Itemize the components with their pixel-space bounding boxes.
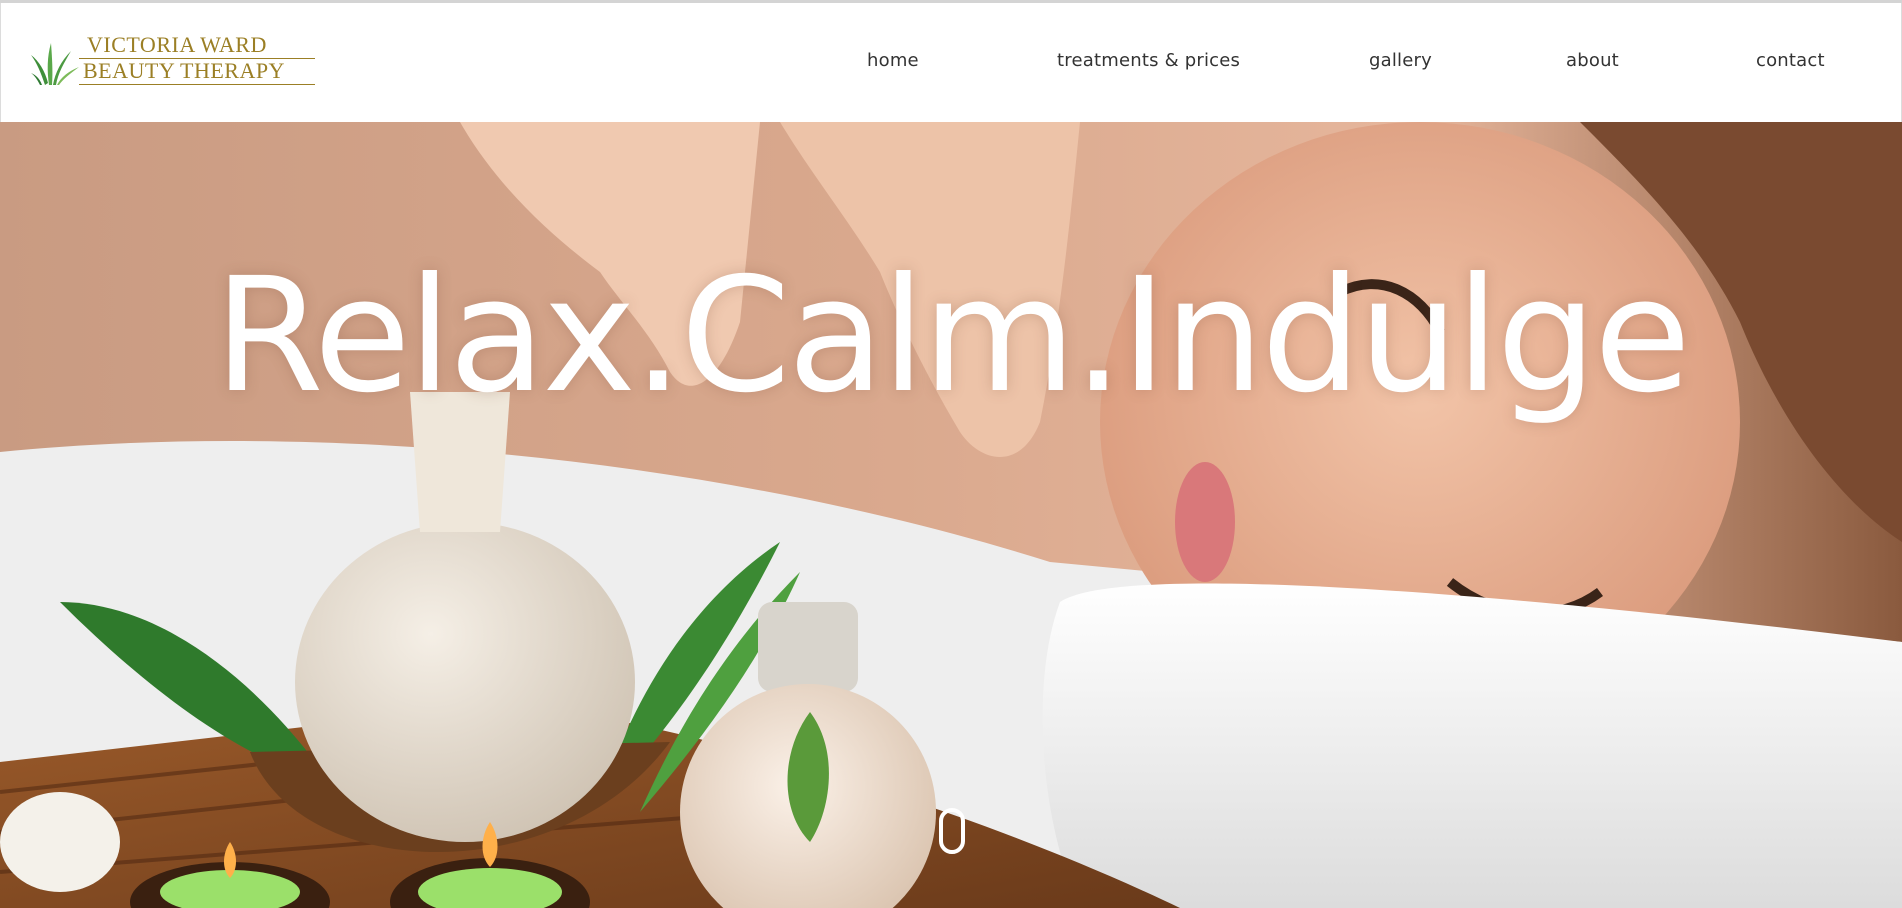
nav-contact[interactable]: contact: [1756, 50, 1825, 71]
hero-headline: Relax.Calm.Indulge: [213, 244, 1691, 428]
hero-banner: Relax.Calm.Indulge: [0, 122, 1902, 908]
nav-gallery[interactable]: gallery: [1369, 50, 1432, 71]
nav-about[interactable]: about: [1566, 50, 1619, 71]
spa-massage-photo: [0, 122, 1902, 908]
main-nav: home treatments & prices gallery about c…: [1, 3, 1902, 122]
site-header: VICTORIA WARD BEAUTY THERAPY home treatm…: [0, 3, 1902, 122]
nav-treatments-prices[interactable]: treatments & prices: [1057, 50, 1240, 71]
nav-home[interactable]: home: [867, 50, 919, 71]
mouse-scroll-icon[interactable]: [939, 808, 965, 854]
